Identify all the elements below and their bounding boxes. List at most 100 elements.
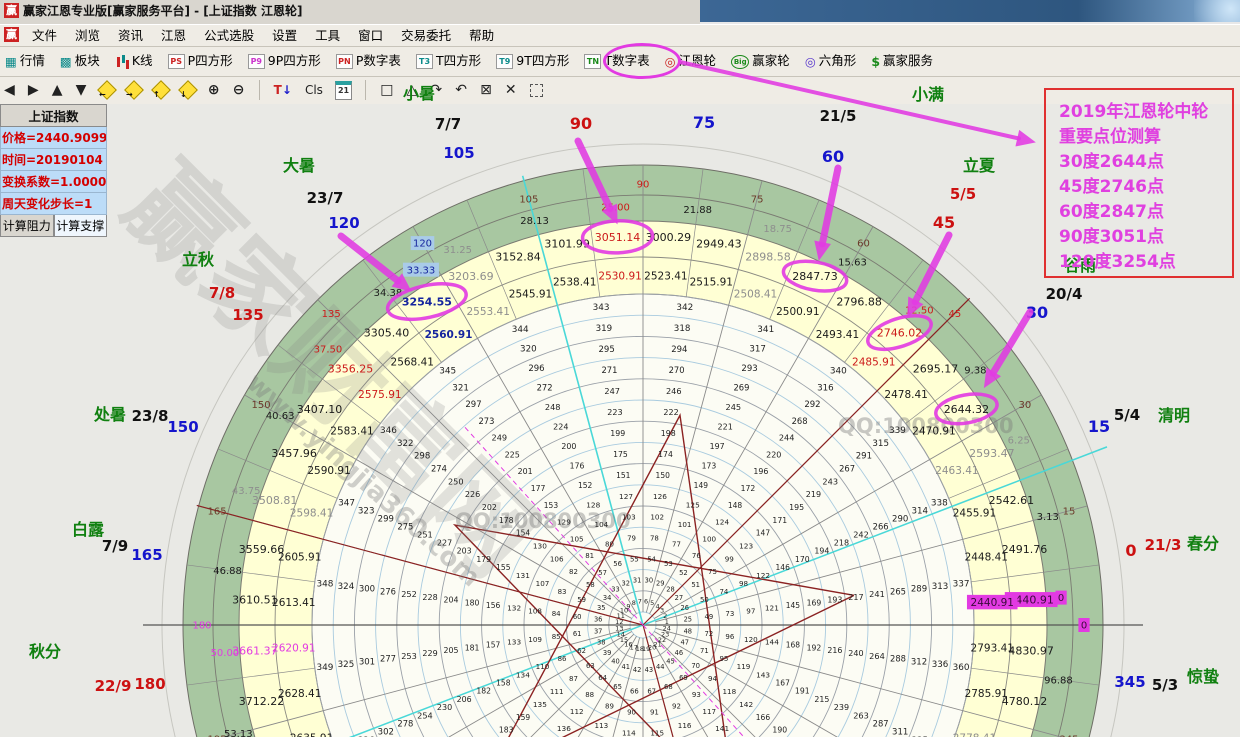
svg-text:惊蛰: 惊蛰 [1187, 667, 1219, 686]
toolbar-quotes-button[interactable]: ▦行情 [0, 47, 50, 75]
svg-text:2590.91: 2590.91 [307, 465, 350, 477]
toolbar-t-square-button[interactable]: T3T四方形 [411, 47, 486, 75]
svg-text:343: 343 [593, 303, 610, 313]
svg-text:85: 85 [552, 632, 561, 641]
svg-text:244: 244 [779, 433, 795, 443]
svg-text:120: 120 [413, 239, 432, 250]
toolbar-p-square-button[interactable]: PSP四方形 [163, 47, 238, 75]
svg-text:清明: 清明 [1158, 406, 1190, 425]
toolbar-winner-service-button[interactable]: $赢家服务 [866, 47, 938, 75]
rect-draw-button[interactable]: □ [376, 77, 397, 103]
svg-text:31: 31 [633, 577, 641, 585]
svg-text:2785.91: 2785.91 [965, 688, 1008, 700]
svg-text:134: 134 [516, 670, 530, 679]
svg-text:3.13: 3.13 [1037, 512, 1059, 523]
pan-down-button[interactable]: ↓ [178, 80, 198, 100]
down-tool-button[interactable]: ▼ [72, 77, 91, 103]
svg-text:2613.41: 2613.41 [272, 597, 315, 609]
fit-view-button[interactable]: ✕ [501, 77, 521, 103]
svg-text:225: 225 [505, 450, 520, 459]
svg-text:46: 46 [675, 649, 683, 657]
svg-text:41: 41 [621, 663, 629, 671]
svg-text:QQ:100800300: QQ:100800300 [455, 509, 631, 533]
pan-right-button[interactable]: → [124, 80, 144, 100]
menu-tools[interactable]: 工具 [306, 25, 349, 46]
svg-text:116: 116 [678, 721, 692, 730]
svg-text:297: 297 [465, 400, 481, 410]
delete-box-button[interactable]: ⊠ [476, 77, 496, 103]
svg-text:292: 292 [804, 400, 820, 410]
svg-text:117: 117 [702, 707, 716, 716]
toolbar-9p-square-button[interactable]: P99P四方形 [243, 47, 326, 75]
svg-text:45: 45 [666, 657, 674, 665]
svg-text:197: 197 [710, 442, 725, 451]
svg-text:276: 276 [380, 586, 396, 596]
svg-text:5/5: 5/5 [950, 185, 976, 203]
menu-formula-stockpick[interactable]: 公式选股 [195, 25, 263, 46]
menu-gann[interactable]: 江恩 [152, 25, 195, 46]
zoom-out-button[interactable]: ⊖ [229, 77, 249, 103]
svg-text:194: 194 [814, 547, 829, 556]
rotate-cw-button[interactable]: ↷ [426, 77, 446, 103]
calendar-button[interactable]: 21 [335, 81, 352, 100]
svg-text:165: 165 [131, 546, 162, 564]
forward-button[interactable]: ▶ [24, 77, 43, 103]
svg-text:21: 21 [653, 640, 661, 648]
zoom-in-button[interactable]: ⊕ [204, 77, 224, 103]
svg-text:27: 27 [675, 594, 683, 602]
svg-text:15.63: 15.63 [838, 258, 867, 269]
svg-text:113: 113 [595, 721, 609, 730]
menu-file[interactable]: 文件 [23, 25, 66, 46]
toolbar-winner-wheel-button[interactable]: Big赢家轮 [726, 47, 795, 75]
svg-text:2463.41: 2463.41 [935, 465, 978, 477]
svg-text:115: 115 [650, 728, 664, 737]
svg-text:125: 125 [686, 501, 700, 510]
toolbar-p-table-button[interactable]: PNP数字表 [331, 47, 406, 75]
menu-window[interactable]: 窗口 [349, 25, 392, 46]
calc-resistance-button[interactable]: 计算阻力 [0, 215, 54, 237]
menu-bar: 赢文件浏览资讯江恩公式选股设置工具窗口交易委托帮助 [0, 25, 1240, 47]
svg-text:155: 155 [496, 563, 511, 572]
svg-text:148: 148 [728, 501, 743, 510]
menu-help[interactable]: 帮助 [460, 25, 503, 46]
svg-text:172: 172 [741, 484, 756, 493]
cls-button[interactable]: Cls [301, 77, 327, 103]
price-scale-button[interactable]: T↓ [270, 77, 296, 103]
svg-text:3559.66: 3559.66 [239, 543, 285, 556]
svg-text:43.75: 43.75 [232, 486, 261, 497]
svg-text:136: 136 [557, 724, 571, 733]
svg-text:206: 206 [457, 695, 472, 704]
svg-text:322: 322 [397, 439, 414, 449]
menu-news[interactable]: 资讯 [109, 25, 152, 46]
svg-text:311: 311 [892, 728, 908, 737]
rotate-ccw-button[interactable]: ↶ [451, 77, 471, 103]
menu-settings[interactable]: 设置 [263, 25, 306, 46]
toolbar-kline-button[interactable]: K线 [110, 47, 158, 75]
svg-text:294: 294 [671, 345, 687, 355]
toolbar-9t-square-button[interactable]: T99T四方形 [491, 47, 574, 75]
svg-text:145: 145 [786, 601, 801, 610]
toolbar-sectors-button[interactable]: ▩板块 [55, 47, 105, 75]
calc-support-button[interactable]: 计算支撑 [54, 215, 108, 237]
menu-trade[interactable]: 交易委托 [392, 25, 460, 46]
svg-text:81: 81 [585, 551, 594, 560]
svg-text:198: 198 [661, 429, 676, 438]
back-button[interactable]: ◀ [0, 77, 19, 103]
svg-text:2542.61: 2542.61 [989, 494, 1035, 507]
svg-text:317: 317 [749, 344, 766, 354]
svg-text:347: 347 [338, 498, 355, 508]
svg-text:110: 110 [536, 662, 550, 671]
svg-text:21/5: 21/5 [820, 107, 857, 125]
svg-text:35: 35 [597, 604, 605, 612]
svg-text:173: 173 [702, 461, 717, 470]
pan-up-button[interactable]: ↑ [151, 80, 171, 100]
triangle-draw-button[interactable]: △ [403, 77, 422, 103]
menu-browse[interactable]: 浏览 [66, 25, 109, 46]
pan-left-button[interactable]: ← [97, 80, 117, 100]
svg-text:298: 298 [414, 452, 430, 462]
svg-text:150: 150 [167, 418, 198, 436]
svg-text:242: 242 [853, 530, 869, 540]
up-tool-button[interactable]: ▲ [48, 77, 67, 103]
select-box-button[interactable] [530, 84, 543, 97]
toolbar-hexagon-button[interactable]: ◎六角形 [800, 47, 861, 75]
